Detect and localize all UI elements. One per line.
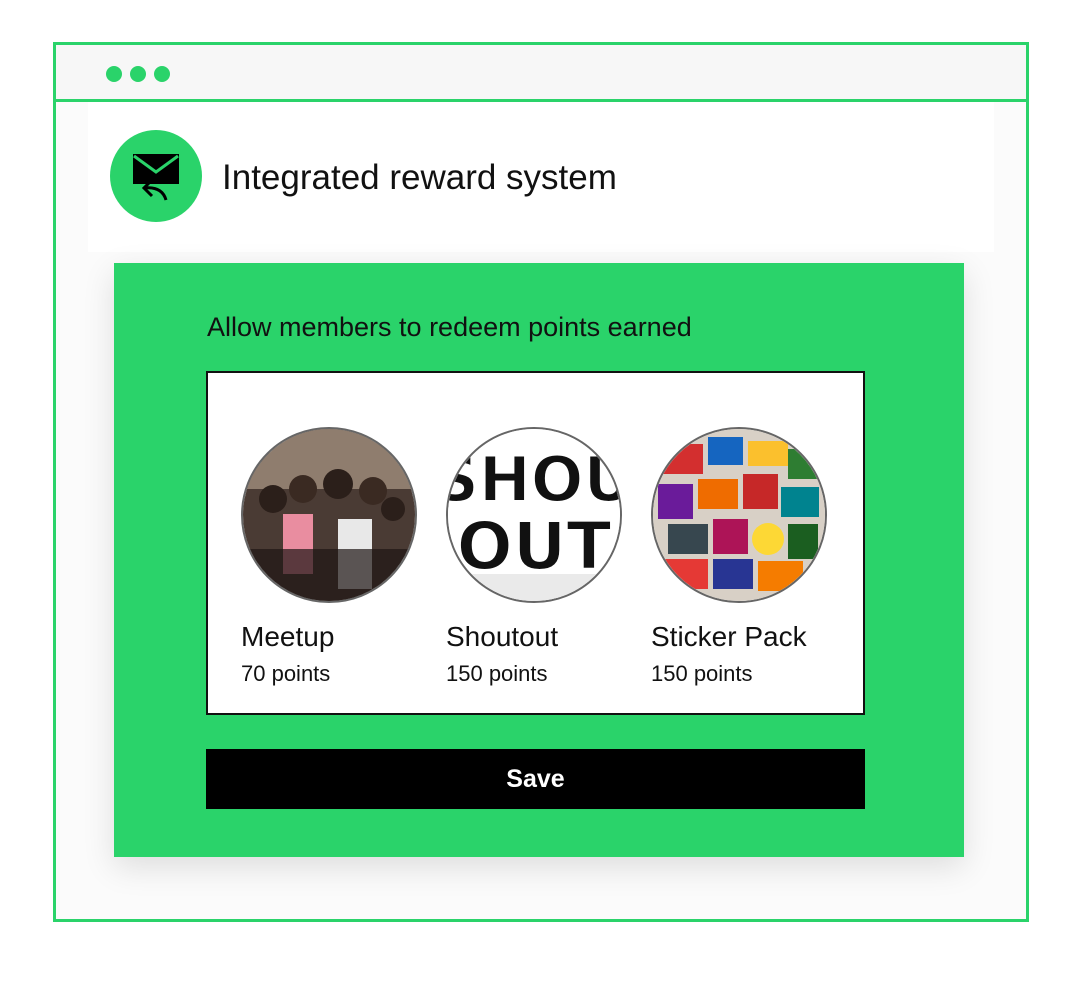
window-dot-3[interactable] xyxy=(154,66,170,82)
window-dot-1[interactable] xyxy=(106,66,122,82)
meetup-image xyxy=(241,427,417,603)
panel-heading: Allow members to redeem points earned xyxy=(207,312,692,342)
reward-name: Sticker Pack xyxy=(651,621,807,652)
browser-window: Integrated reward system Allow members t… xyxy=(53,42,1029,922)
rewards-list: Meetup 70 points SHOU OUT Shoutout 150 p… xyxy=(206,371,865,715)
reward-points: 70 points xyxy=(241,661,331,686)
reward-item-shoutout[interactable]: SHOU OUT Shoutout 150 points xyxy=(446,427,646,687)
reward-name: Shoutout xyxy=(446,621,559,652)
window-dot-2[interactable] xyxy=(130,66,146,82)
svg-text:OUT: OUT xyxy=(457,508,612,585)
reward-item-sticker-pack[interactable]: Sticker Pack 150 points xyxy=(651,427,851,687)
sticker-pack-image xyxy=(651,427,827,603)
window-titlebar xyxy=(56,45,1026,102)
reward-points: 150 points xyxy=(446,661,548,686)
reward-name: Meetup xyxy=(241,621,335,652)
reward-points: 150 points xyxy=(651,661,753,686)
mail-reply-icon xyxy=(110,130,202,222)
shoutout-image: SHOU OUT xyxy=(446,427,622,603)
page-header: Integrated reward system xyxy=(88,102,994,252)
save-button[interactable]: Save xyxy=(206,749,865,809)
svg-text:SHOU: SHOU xyxy=(448,443,620,516)
reward-settings-panel: Allow members to redeem points earned Me… xyxy=(114,263,964,857)
page-title: Integrated reward system xyxy=(222,158,617,197)
reward-item-meetup[interactable]: Meetup 70 points xyxy=(241,427,441,687)
